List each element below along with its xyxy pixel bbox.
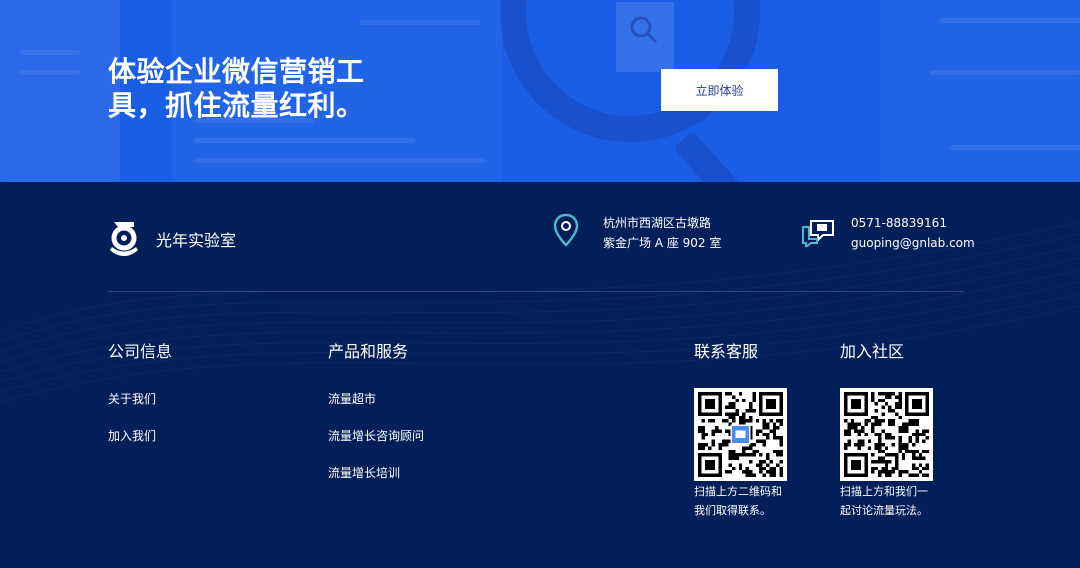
email-address[interactable]: guoping@gnlab.com <box>851 233 975 253</box>
location-pin-icon <box>553 213 579 247</box>
brand[interactable]: 光年实验室 <box>108 220 236 258</box>
search-card-decoration <box>616 2 674 72</box>
search-icon <box>630 16 658 44</box>
community-caption-line2: 起讨论流量玩法。 <box>840 504 928 517</box>
g-logo-icon <box>110 222 138 256</box>
link-traffic-market[interactable]: 流量超市 <box>328 390 376 407</box>
site-footer: 光年实验室 杭州市西湖区古墩路 紫金广场 A 座 902 室 0571-8883… <box>0 182 1080 568</box>
footer-divider <box>108 291 964 292</box>
address-line2: 紫金广场 A 座 902 室 <box>603 236 722 250</box>
brand-name: 光年实验室 <box>156 231 237 250</box>
qr-code-icon <box>698 392 783 477</box>
chat-bubble-icon <box>802 220 834 247</box>
customer-service-qr-code <box>694 388 787 481</box>
try-now-button[interactable]: 立即体验 <box>661 69 778 111</box>
products-services-title: 产品和服务 <box>328 342 409 361</box>
hero-deco-line <box>20 50 80 55</box>
link-growth-training[interactable]: 流量增长培训 <box>328 464 400 481</box>
link-growth-consulting[interactable]: 流量增长咨询顾问 <box>328 427 424 444</box>
phone-number[interactable]: 0571-88839161 <box>851 213 975 233</box>
customer-service-caption-line2: 我们取得联系。 <box>694 504 771 517</box>
hero-deco-panel <box>880 0 1080 182</box>
community-qr-code <box>840 388 933 481</box>
customer-service-caption: 扫描上方二维码和 我们取得联系。 <box>694 482 794 520</box>
hero-deco-line <box>20 70 80 75</box>
hero-deco-line <box>930 70 1080 75</box>
phone-email-block: 0571-88839161 guoping@gnlab.com <box>801 213 975 253</box>
company-info-title: 公司信息 <box>108 342 173 361</box>
link-join-us[interactable]: 加入我们 <box>108 427 156 444</box>
community-caption: 扫描上方和我们一 起讨论流量玩法。 <box>840 482 940 520</box>
magnifier-handle-decoration <box>673 130 753 182</box>
hero-deco-panel <box>0 0 120 182</box>
hero-title-line1: 体验企业微信营销工 <box>108 55 365 88</box>
hero-deco-line <box>940 18 1080 23</box>
customer-service-caption-line1: 扫描上方二维码和 <box>694 485 782 498</box>
qr-code-icon <box>844 392 929 477</box>
address-block: 杭州市西湖区古墩路 紫金广场 A 座 902 室 <box>553 213 721 253</box>
hero-title-line2: 具，抓住流量红利。 <box>108 89 365 122</box>
link-about-us[interactable]: 关于我们 <box>108 390 156 407</box>
customer-service-title: 联系客服 <box>694 342 759 361</box>
address-line1: 杭州市西湖区古墩路 <box>603 216 712 230</box>
hero-deco-line <box>195 158 485 163</box>
hero-deco-line <box>950 145 1080 150</box>
hero-title: 体验企业微信营销工 具，抓住流量红利。 <box>108 55 388 123</box>
join-community-title: 加入社区 <box>840 342 905 361</box>
hero-deco-line <box>195 138 415 143</box>
community-caption-line1: 扫描上方和我们一 <box>840 485 928 498</box>
hero-deco-line <box>360 20 480 25</box>
hero-banner: 体验企业微信营销工 具，抓住流量红利。 立即体验 <box>0 0 1080 182</box>
